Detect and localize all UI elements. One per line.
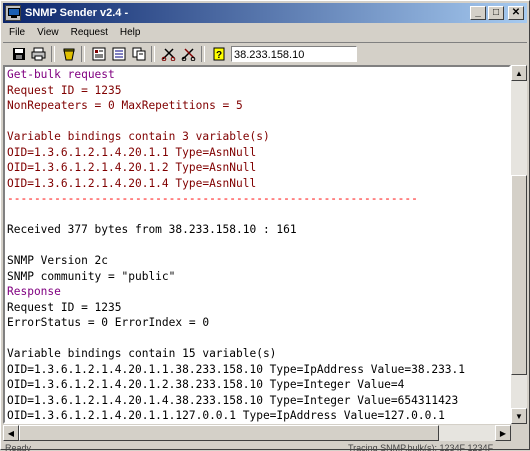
scroll-right-button[interactable]: ▶ — [495, 425, 511, 441]
output-pane[interactable]: Get-bulk request Request ID = 1235 NonRepe… — [3, 65, 511, 424]
scroll-left-button[interactable]: ◀ — [3, 425, 19, 441]
output-line: ErrorStatus = 0 ErrorIndex = 0 — [7, 316, 210, 329]
output-line: SNMP community = "public" — [7, 269, 176, 283]
menu-request[interactable]: Request — [65, 27, 114, 38]
output-line: Variable bindings contain 3 variable(s) — [7, 130, 270, 143]
output-line: OID=1.3.6.1.2.1.4.20.1.1.127.0.0.1 Type=… — [7, 409, 445, 422]
document-icon[interactable] — [89, 45, 108, 63]
vertical-scroll-thumb[interactable] — [511, 175, 527, 375]
horizontal-scroll-thumb[interactable] — [19, 425, 439, 441]
toolbar: ? 38.233.158.10 — [3, 42, 527, 66]
menu-view[interactable]: View — [31, 27, 65, 38]
toolbar-separator — [81, 46, 85, 62]
app-icon[interactable] — [5, 5, 21, 21]
svg-text:?: ? — [215, 50, 221, 61]
output-line: Request ID = 1235 — [7, 83, 122, 97]
output-line: OID=1.3.6.1.2.1.4.20.1.1 Type=AsnNull — [7, 145, 257, 159]
output-line: Received 377 bytes from 38.233.158.10 : … — [7, 223, 297, 236]
output-line: OID=1.3.6.1.2.1.4.20.1.2.38.233.158.10 T… — [7, 378, 405, 391]
app-window: SNMP Sender v2.4 - _ □ ✕ File View Reque… — [0, 0, 530, 451]
output-line: OID=1.3.6.1.2.1.4.20.1.1.38.233.158.10 T… — [7, 362, 466, 376]
output-line: Request ID = 1235 — [7, 300, 122, 314]
output-line: OID=1.3.6.1.2.1.4.20.1.2.127.0.0.1 Type=… — [7, 424, 509, 425]
address-field[interactable]: 38.233.158.10 — [231, 46, 357, 62]
menu-file[interactable]: File — [3, 27, 31, 38]
horizontal-scrollbar[interactable]: ◀ ▶ — [3, 425, 511, 441]
menu-help[interactable]: Help — [114, 27, 147, 38]
output-lines: Get-bulk request Request ID = 1235 NonRepe… — [5, 67, 509, 425]
output-line: SNMP Version 2c — [7, 254, 109, 267]
title-bar[interactable]: SNMP Sender v2.4 - _ □ ✕ — [3, 3, 527, 23]
output-line: OID=1.3.6.1.2.1.4.20.1.2 Type=AsnNull — [7, 161, 257, 174]
output-line: Response — [7, 285, 61, 298]
window-title: SNMP Sender v2.4 - — [25, 7, 129, 19]
output-line: OID=1.3.6.1.2.1.4.20.1.4 Type=AsnNull — [7, 176, 257, 190]
output-line: ----------------------------------------… — [7, 192, 418, 205]
bucket-icon[interactable] — [59, 45, 78, 63]
close-button[interactable]: ✕ — [508, 6, 524, 20]
scroll-up-button[interactable]: ▲ — [511, 65, 527, 81]
copy-icon[interactable] — [129, 45, 148, 63]
scissors-alt-icon[interactable] — [179, 45, 198, 63]
print-icon[interactable] — [29, 45, 48, 63]
toolbar-separator — [51, 46, 55, 62]
vertical-scrollbar[interactable]: ▲ ▼ — [511, 65, 527, 424]
output-line: OID=1.3.6.1.2.1.4.20.1.4.38.233.158.10 T… — [7, 393, 459, 407]
output-line: Get-bulk request — [7, 68, 115, 81]
menu-bar: File View Request Help — [3, 24, 527, 40]
maximize-button[interactable]: □ — [488, 6, 504, 20]
output-line: NonRepeaters = 0 MaxRepetitions = 5 — [7, 99, 243, 112]
minimize-button[interactable]: _ — [470, 6, 486, 20]
toolbar-separator — [151, 46, 155, 62]
output-line: Variable bindings contain 15 variable(s) — [7, 347, 277, 360]
toolbar-separator — [201, 46, 205, 62]
help-icon[interactable]: ? — [209, 45, 228, 63]
list-icon[interactable] — [109, 45, 128, 63]
save-icon[interactable] — [9, 45, 28, 63]
scissors-icon[interactable] — [159, 45, 178, 63]
scroll-down-button[interactable]: ▼ — [511, 408, 527, 424]
